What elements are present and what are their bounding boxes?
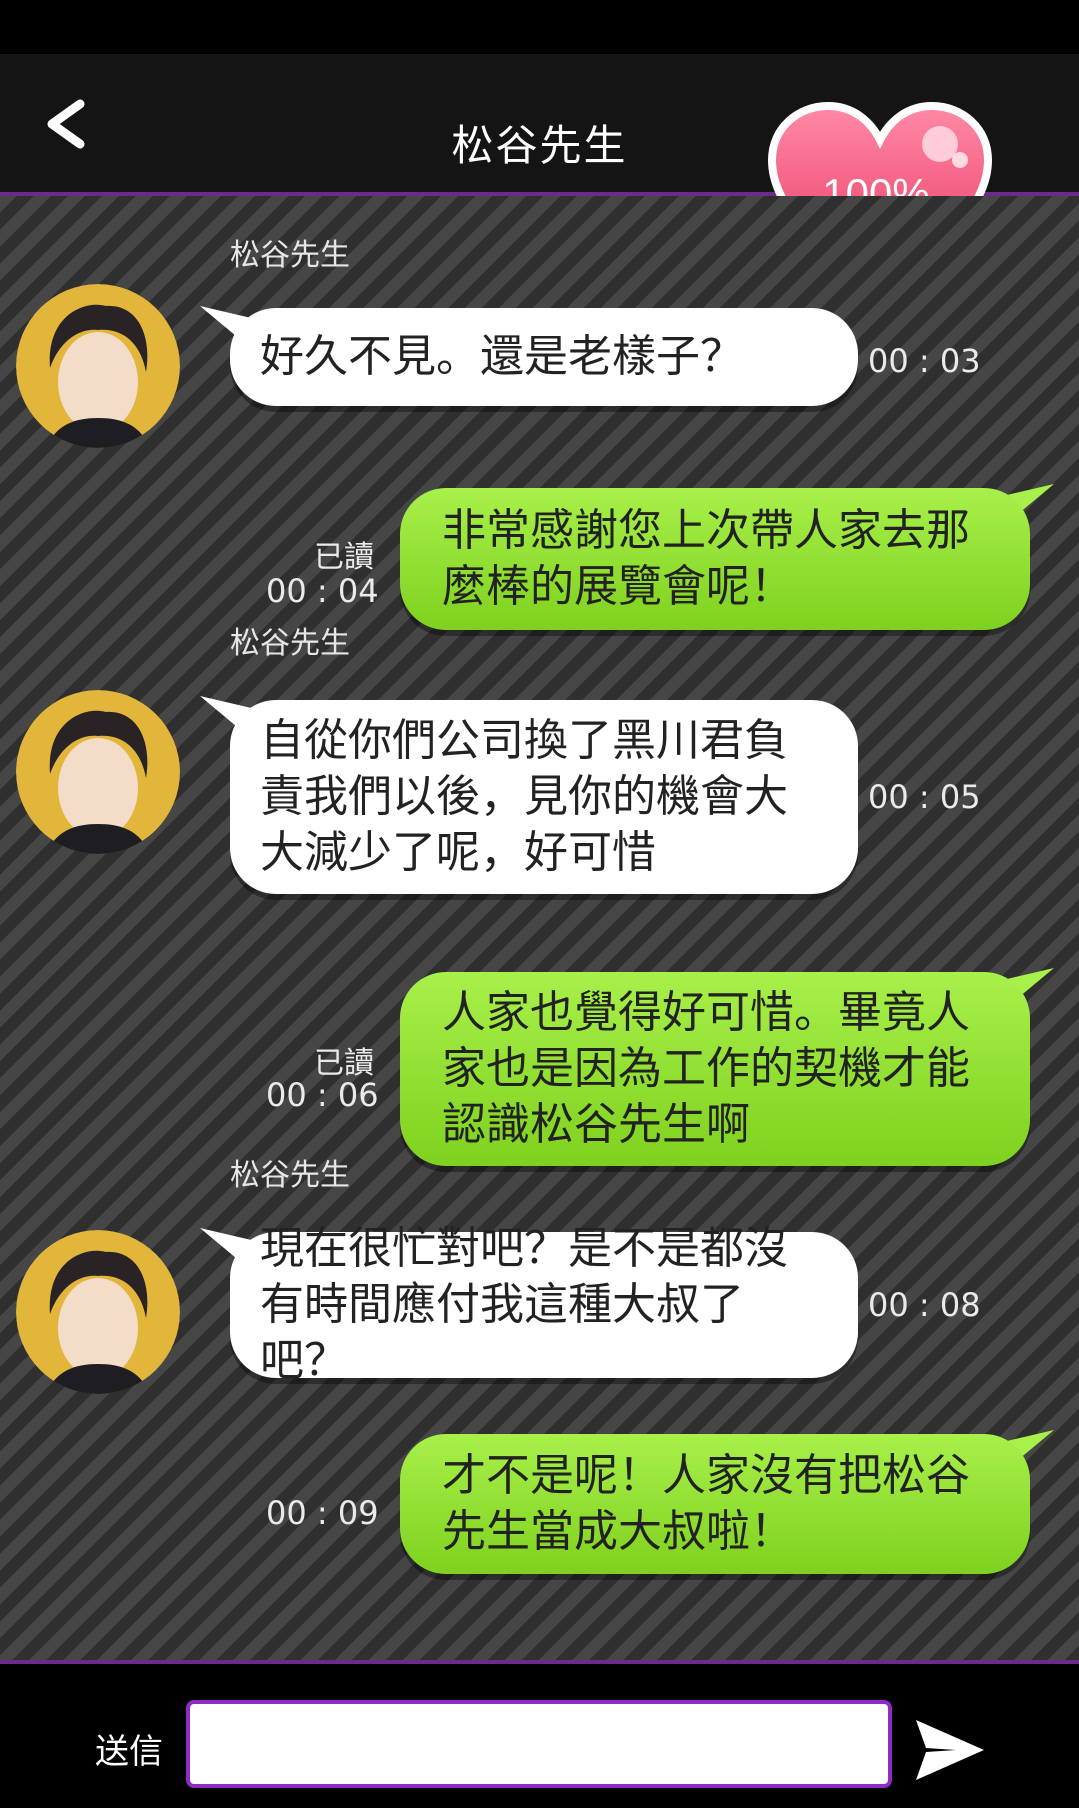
incoming-message: 自從你們公司換了黑川君負 責我們以後，見你的機會大 大減少了呢，好可惜	[230, 700, 858, 894]
paper-plane-icon[interactable]	[912, 1714, 988, 1786]
outgoing-message: 人家也覺得好可惜。畢竟人 家也是因為工作的契機才能 認識松谷先生啊	[400, 972, 1030, 1166]
message-text: 人家也覺得好可惜。畢竟人 家也是因為工作的契機才能 認識松谷先生啊	[442, 987, 970, 1150]
message-time: 00 : 09	[266, 1494, 379, 1532]
incoming-message: 現在很忙對吧？是不是都沒 有時間應付我這種大叔了吧？	[230, 1223, 858, 1386]
outgoing-message: 才不是呢！人家沒有把松谷 先生當成大叔啦！	[400, 1434, 1030, 1574]
message-time: 00 : 05	[868, 778, 981, 816]
message-time: 00 : 04	[266, 572, 379, 610]
message-text: 非常感謝您上次帶人家去那 麼棒的展覽會呢！	[442, 505, 970, 612]
avatar[interactable]	[16, 284, 180, 448]
incoming-message: 好久不見。還是老樣子？	[230, 308, 858, 406]
message-text: 才不是呢！人家沒有把松谷 先生當成大叔啦！	[442, 1450, 970, 1557]
message-time: 00 : 03	[868, 342, 981, 380]
avatar[interactable]	[16, 690, 180, 854]
outgoing-message: 非常感謝您上次帶人家去那 麼棒的展覽會呢！	[400, 488, 1030, 630]
sender-name: 松谷先生	[230, 238, 350, 273]
message-time: 00 : 06	[266, 1076, 379, 1114]
send-label: 送信	[95, 1732, 163, 1772]
message-text: 現在很忙對吧？是不是都沒 有時間應付我這種大叔了吧？	[260, 1223, 788, 1386]
message-input[interactable]	[186, 1700, 892, 1788]
message-time: 00 : 08	[868, 1286, 981, 1324]
read-receipt: 已讀	[314, 540, 374, 575]
message-text: 自從你們公司換了黑川君負 責我們以後，見你的機會大 大減少了呢，好可惜	[260, 715, 788, 878]
status-bar	[0, 0, 1079, 54]
sender-name: 松谷先生	[230, 1158, 350, 1193]
message-text: 好久不見。還是老樣子？	[260, 331, 744, 382]
composer-bar: 送信	[0, 1660, 1079, 1808]
avatar[interactable]	[16, 1230, 180, 1394]
chat-area[interactable]: 松谷先生 好久不見。還是老樣子？ 00 : 03 已讀 00 : 04 非常感謝…	[0, 196, 1079, 1660]
sender-name: 松谷先生	[230, 626, 350, 661]
